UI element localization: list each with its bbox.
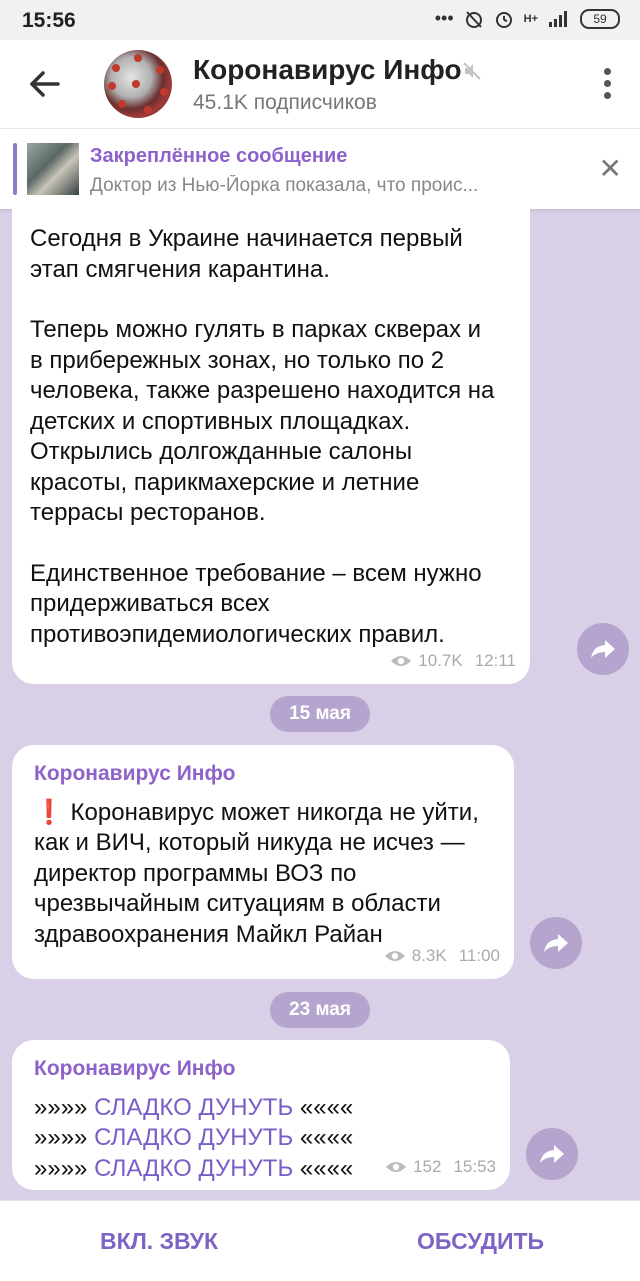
alarm-icon — [495, 11, 512, 28]
views-eye-icon — [391, 655, 412, 666]
message-paragraph: Единственное требование – всем нужно при… — [30, 559, 482, 648]
signal-icon — [549, 10, 567, 27]
network-type: H+ — [523, 12, 538, 25]
subscriber-count: 45.1K подписчиков — [193, 91, 377, 114]
pinned-thumbnail — [27, 143, 79, 195]
view-count: 10.7K — [418, 650, 463, 670]
share-button[interactable] — [530, 917, 582, 969]
more-menu-icon[interactable] — [604, 68, 612, 100]
chat-header: Коронавирус Инфо 45.1K подписчиков — [0, 40, 640, 128]
message-meta: 8.3K 11:00 — [384, 941, 500, 972]
pinned-preview: Доктор из Нью-Йорка показала, что проис.… — [90, 175, 479, 196]
status-bar: 15:56 ••• H+ 59 — [0, 0, 640, 40]
message-meta: 10.7K 12:11 — [390, 646, 516, 677]
channel-title[interactable]: Коронавирус Инфо — [193, 54, 462, 86]
share-arrow-icon — [540, 1145, 564, 1163]
alarm-off-icon — [465, 10, 482, 28]
share-arrow-icon — [544, 934, 568, 952]
view-count: 152 — [413, 1156, 442, 1176]
message-list[interactable]: Сегодня в Украине начинается первый этап… — [0, 208, 640, 1200]
channel-avatar[interactable] — [104, 50, 172, 118]
close-icon[interactable]: ✕ — [599, 155, 622, 183]
share-button[interactable] — [577, 623, 629, 675]
muted-icon — [463, 62, 481, 80]
message-bubble[interactable]: Сегодня в Украине начинается первый этап… — [12, 208, 530, 684]
message-line: »»»» СЛАДКО ДУНУТЬ «««« — [34, 1093, 354, 1121]
pinned-accent-bar — [13, 143, 17, 195]
message-sender: Коронавирус Инфо — [34, 1057, 236, 1080]
message-time: 11:00 — [458, 945, 500, 965]
date-separator: 15 мая — [270, 696, 370, 732]
promo-link[interactable]: СЛАДКО ДУНУТЬ — [94, 1094, 293, 1121]
message-bubble[interactable]: Коронавирус Инфо ❗ Коронавирус может ник… — [12, 745, 514, 979]
message-sender: Коронавирус Инфо — [34, 762, 236, 785]
pinned-message-bar[interactable]: Закреплённое сообщение Доктор из Нью-Йор… — [0, 128, 640, 209]
message-line: »»»» СЛАДКО ДУНУТЬ «««« — [34, 1124, 354, 1151]
message-paragraph: Сегодня в Украине начинается первый этап… — [30, 225, 463, 283]
battery-icon: 59 — [580, 8, 620, 29]
message-time: 12:11 — [474, 650, 516, 670]
message-time: 15:53 — [453, 1156, 496, 1176]
promo-link[interactable]: СЛАДКО ДУНУТЬ — [94, 1124, 293, 1151]
message-meta: 152 15:53 — [385, 1152, 496, 1183]
promo-link[interactable]: СЛАДКО ДУНУТЬ — [94, 1155, 293, 1182]
pinned-title: Закреплённое сообщение — [90, 145, 348, 167]
back-arrow-icon[interactable] — [26, 64, 66, 104]
share-arrow-icon — [591, 640, 615, 658]
message-bubble[interactable]: Коронавирус Инфо »»»» СЛАДКО ДУНУТЬ ««««… — [12, 1040, 510, 1190]
views-eye-icon — [384, 950, 405, 961]
unmute-button[interactable]: ВКЛ. ЗВУК — [100, 1228, 218, 1255]
status-icons: ••• H+ 59 — [435, 8, 620, 29]
date-separator: 23 мая — [270, 992, 370, 1028]
status-time: 15:56 — [22, 9, 76, 32]
message-paragraph: Теперь можно гулять в парках скверах и в… — [30, 316, 495, 526]
views-eye-icon — [386, 1161, 407, 1172]
more-dots-icon: ••• — [434, 8, 454, 28]
view-count: 8.3K — [411, 945, 447, 965]
bottom-action-bar: ВКЛ. ЗВУК ОБСУДИТЬ — [0, 1200, 640, 1281]
message-text: ❗ Коронавирус может никогда не уйти, как… — [34, 798, 479, 948]
share-button[interactable] — [526, 1128, 578, 1180]
discuss-button[interactable]: ОБСУДИТЬ — [417, 1228, 544, 1255]
